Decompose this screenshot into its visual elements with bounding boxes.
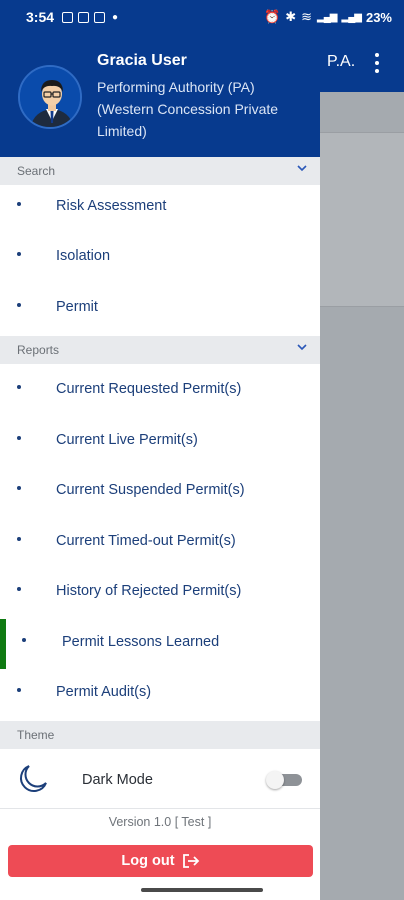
- menu-item-label: History of Rejected Permit(s): [56, 583, 242, 599]
- bullet-icon: [17, 385, 21, 389]
- menu-item-label: Permit: [56, 299, 98, 315]
- menu-item-label: Current Suspended Permit(s): [56, 482, 245, 498]
- signal-icon-2: ▂▄▆: [341, 11, 362, 23]
- logout-icon: [182, 854, 199, 868]
- profile-role: Performing Authority (PA) (Western Conce…: [97, 79, 279, 139]
- menu-item-current-live-permits[interactable]: Current Live Permit(s): [0, 417, 320, 467]
- menu-item-label: Current Live Permit(s): [56, 432, 198, 448]
- menu-item-label: Permit Lessons Learned: [62, 634, 220, 650]
- user-avatar-icon: [20, 67, 80, 127]
- app-header-title: P.A.: [327, 53, 356, 70]
- menu-item-label: Isolation: [56, 248, 111, 264]
- active-indicator: [0, 619, 6, 669]
- status-bar: 3:54 ● ⏰ ✱ ≋ ▂▄▆ ▂▄▆ 23%: [0, 0, 404, 34]
- menu-item-current-requested-permits[interactable]: Current Requested Permit(s): [0, 366, 320, 416]
- menu-item-permit[interactable]: Permit: [0, 284, 320, 334]
- section-title: Theme: [17, 728, 55, 742]
- navigation-drawer: Gracia User Performing Authority (PA) (W…: [0, 0, 320, 900]
- bullet-icon: [17, 436, 21, 440]
- profile-header: Gracia User Performing Authority (PA) (W…: [0, 34, 320, 157]
- menu-item-isolation[interactable]: Isolation: [0, 233, 320, 283]
- menu-item-label: Permit Audit(s): [56, 684, 152, 700]
- menu-item-current-suspended-permits[interactable]: Current Suspended Permit(s): [0, 467, 320, 517]
- bullet-icon: [17, 303, 21, 307]
- gallery-notification-icon: [62, 11, 74, 23]
- toggle-knob: [266, 771, 284, 789]
- bluetooth-icon: ✱: [285, 9, 297, 24]
- logout-button[interactable]: Log out: [8, 845, 313, 877]
- status-time: 3:54: [26, 9, 55, 25]
- moon-icon: [20, 765, 47, 792]
- menu-item-risk-assessment[interactable]: Risk Assessment: [0, 183, 320, 233]
- dark-mode-label: Dark Mode: [82, 772, 153, 788]
- menu-item-permit-lessons-learned[interactable]: Permit Lessons Learned: [0, 619, 320, 669]
- battery-level: 23%: [365, 9, 392, 25]
- menu-item-label: Risk Assessment: [56, 198, 167, 214]
- chevron-down-icon: [297, 165, 307, 172]
- signal-icon: ▂▄▆: [317, 11, 337, 23]
- bullet-icon: [17, 537, 21, 541]
- menu-item-label: Current Requested Permit(s): [56, 381, 242, 397]
- home-indicator[interactable]: [141, 888, 263, 892]
- overflow-menu-icon[interactable]: [368, 50, 386, 76]
- dark-mode-toggle[interactable]: [266, 771, 304, 789]
- avatar: [18, 65, 82, 129]
- menu-item-history-rejected-permits[interactable]: History of Rejected Permit(s): [0, 568, 320, 618]
- bullet-icon: [17, 486, 21, 490]
- section-header-search[interactable]: Search: [0, 157, 320, 185]
- more-notifications-icon: ●: [112, 11, 119, 23]
- wifi-icon: ≋: [301, 9, 313, 24]
- section-header-theme: Theme: [0, 721, 320, 749]
- dark-mode-row[interactable]: Dark Mode: [0, 750, 320, 808]
- app-notification-icon: [94, 11, 106, 23]
- section-title: Reports: [17, 343, 60, 357]
- bullet-icon: [17, 202, 21, 206]
- logout-label: Log out: [121, 853, 175, 869]
- profile-name: Gracia User: [97, 52, 187, 69]
- chevron-down-icon: [297, 344, 307, 351]
- alarm-icon: ⏰: [264, 9, 281, 24]
- bullet-icon: [17, 587, 21, 591]
- bullet-icon: [22, 638, 26, 642]
- divider: [0, 808, 320, 809]
- bullet-icon: [17, 688, 21, 692]
- bullet-icon: [17, 252, 21, 256]
- app-version: Version 1.0 [ Test ]: [108, 815, 212, 829]
- section-header-reports[interactable]: Reports: [0, 336, 320, 364]
- menu-item-label: Current Timed-out Permit(s): [56, 533, 236, 549]
- menu-item-current-timed-out-permits[interactable]: Current Timed-out Permit(s): [0, 518, 320, 568]
- download-notification-icon: [78, 11, 90, 23]
- section-title: Search: [17, 164, 56, 178]
- menu-item-permit-audits[interactable]: Permit Audit(s): [0, 669, 320, 719]
